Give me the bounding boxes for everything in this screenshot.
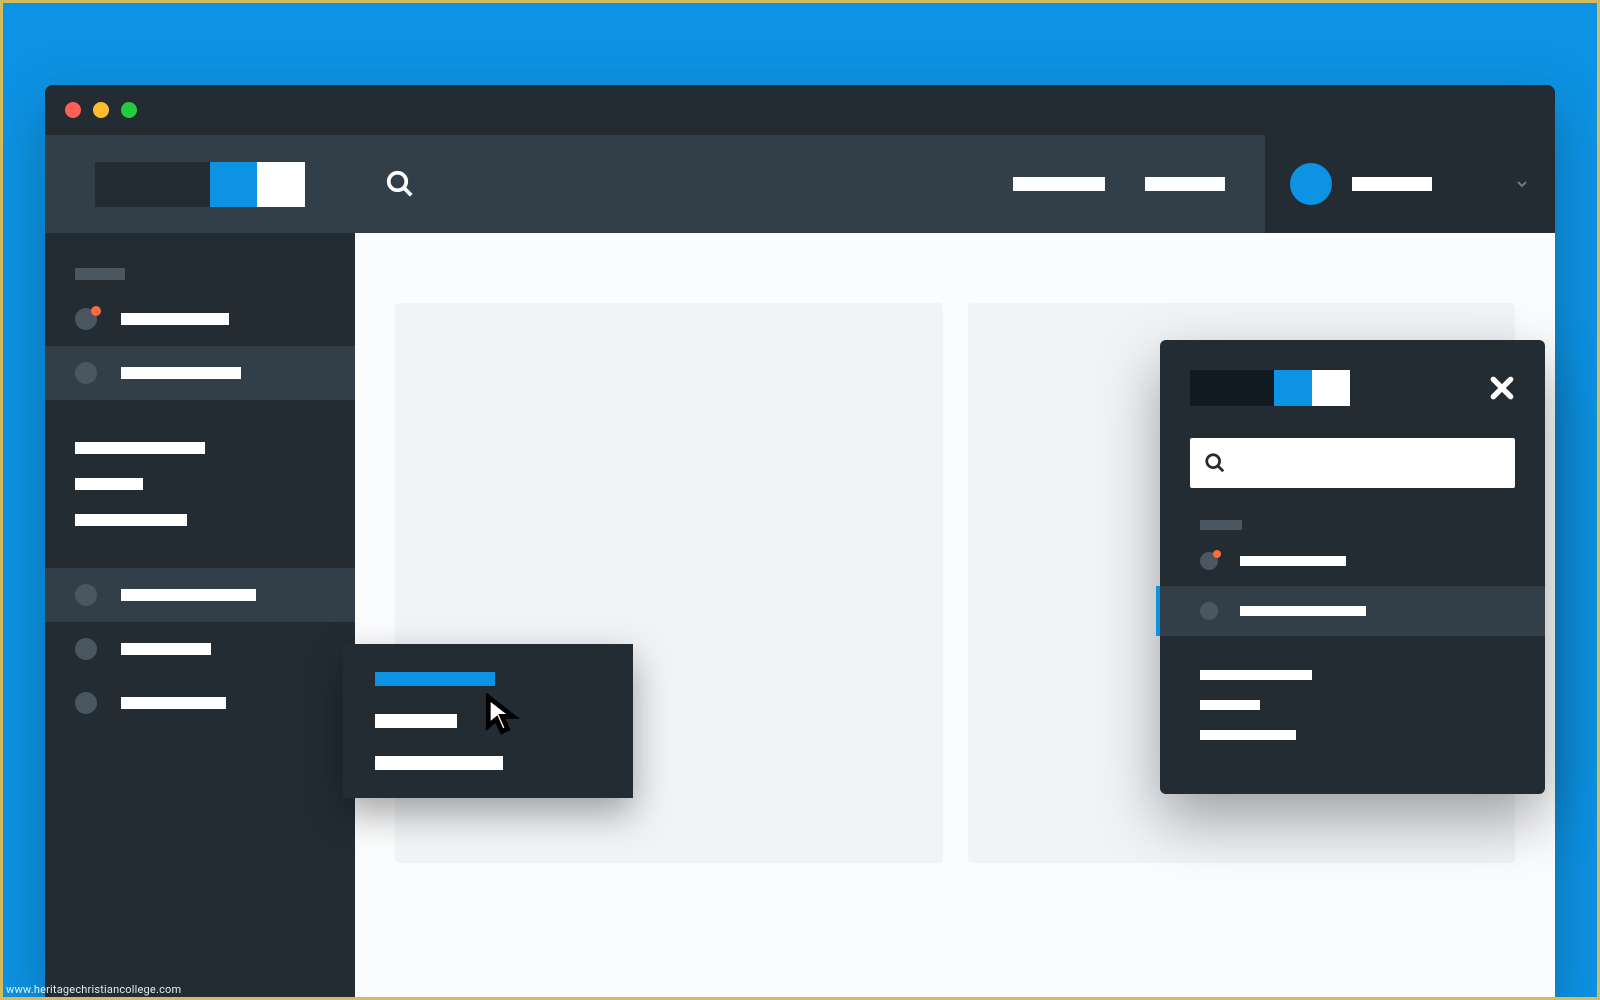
topbar-search[interactable] — [355, 169, 1013, 199]
sidebar — [45, 233, 355, 1000]
sidebar-subgroup — [45, 400, 355, 568]
nav-link-1[interactable] — [1013, 177, 1105, 191]
popup-item-2[interactable] — [1160, 586, 1545, 636]
minimize-window-button[interactable] — [93, 102, 109, 118]
search-icon — [1204, 452, 1226, 474]
sidebar-section-header — [45, 233, 355, 292]
popup-sub-item-2[interactable] — [1200, 700, 1260, 710]
status-dot — [75, 362, 97, 384]
window-controls — [65, 102, 137, 118]
sidebar-item-label — [121, 367, 241, 379]
chevron-down-icon — [1514, 176, 1530, 192]
status-dot — [75, 584, 97, 606]
popup-sub-item-1[interactable] — [1200, 670, 1312, 680]
window-titlebar — [45, 85, 1555, 135]
topbar — [45, 135, 1555, 233]
sidebar-item-label — [121, 697, 226, 709]
sidebar-item-3[interactable] — [45, 568, 355, 622]
notification-badge-icon — [1213, 550, 1221, 558]
sidebar-sub-item-1[interactable] — [75, 442, 205, 454]
topbar-nav — [1013, 177, 1265, 191]
popup-item-1[interactable] — [1160, 536, 1545, 586]
user-menu[interactable] — [1265, 135, 1555, 233]
sidebar-item-4[interactable] — [45, 622, 355, 676]
popup-item-label — [1240, 606, 1366, 616]
sidebar-item-1[interactable] — [45, 292, 355, 346]
maximize-window-button[interactable] — [121, 102, 137, 118]
notification-badge-icon — [91, 306, 101, 316]
popup-header — [1160, 340, 1545, 428]
context-menu — [343, 644, 633, 798]
sidebar-item-2[interactable] — [45, 346, 355, 400]
status-dot — [75, 692, 97, 714]
status-dot — [1200, 602, 1218, 620]
popup-section-header — [1160, 508, 1545, 536]
context-menu-item-1[interactable] — [375, 672, 495, 686]
close-window-button[interactable] — [65, 102, 81, 118]
sidebar-item-label — [121, 643, 211, 655]
user-name — [1352, 177, 1432, 191]
close-icon[interactable] — [1489, 375, 1515, 401]
context-menu-item-2[interactable] — [375, 714, 457, 728]
sidebar-item-5[interactable] — [45, 676, 355, 730]
attribution-text: www.heritagechristiancollege.com — [6, 983, 181, 996]
context-menu-item-3[interactable] — [375, 756, 503, 770]
search-icon — [385, 169, 415, 199]
status-dot — [75, 638, 97, 660]
popup-logo[interactable] — [1190, 370, 1350, 406]
avatar — [1290, 163, 1332, 205]
popup-search-input[interactable] — [1190, 438, 1515, 488]
popup-sub-item-3[interactable] — [1200, 730, 1296, 740]
sidebar-item-label — [121, 313, 229, 325]
sidebar-sub-item-2[interactable] — [75, 478, 143, 490]
popup-subgroup — [1160, 636, 1545, 774]
sidebar-sub-item-3[interactable] — [75, 514, 187, 526]
popup-panel — [1160, 340, 1545, 794]
logo-zone — [45, 135, 355, 233]
popup-item-label — [1240, 556, 1346, 566]
app-logo[interactable] — [95, 162, 305, 207]
sidebar-item-label — [121, 589, 256, 601]
nav-link-2[interactable] — [1145, 177, 1225, 191]
